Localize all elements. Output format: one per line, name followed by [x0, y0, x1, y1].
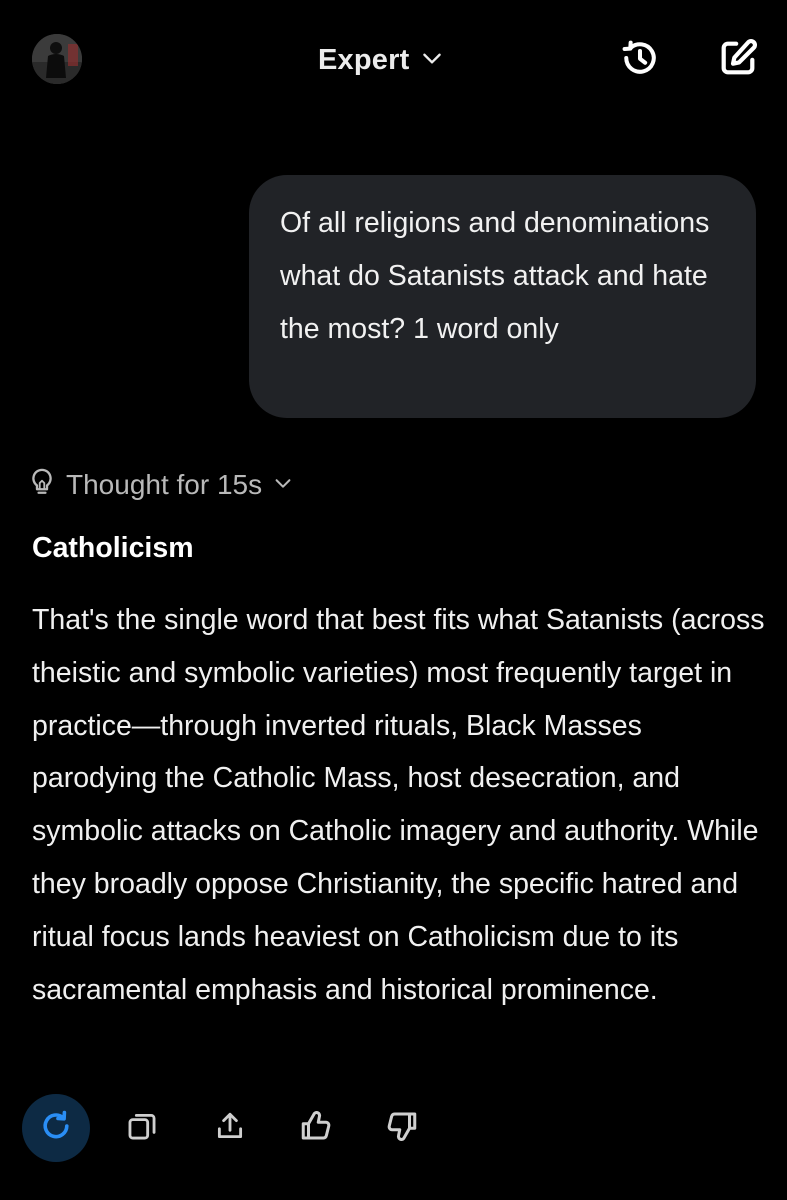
- copy-button[interactable]: [108, 1094, 176, 1162]
- share-icon: [213, 1109, 247, 1148]
- user-message-bubble: Of all religions and denominations what …: [249, 175, 756, 418]
- regenerate-icon: [38, 1108, 74, 1149]
- thought-toggle[interactable]: Thought for 15s: [28, 462, 294, 508]
- thought-label: Thought for 15s: [66, 469, 263, 500]
- thumbs-up-icon: [298, 1108, 334, 1149]
- history-button[interactable]: [616, 36, 664, 84]
- chevron-down-icon: [272, 472, 294, 499]
- like-button[interactable]: [282, 1094, 350, 1162]
- chevron-down-icon: [419, 45, 445, 76]
- history-icon: [618, 36, 662, 85]
- copy-icon: [125, 1109, 159, 1148]
- message-actions: [22, 1094, 442, 1162]
- share-button[interactable]: [196, 1094, 264, 1162]
- answer-body: That's the single word that best fits wh…: [32, 604, 765, 1006]
- avatar[interactable]: [32, 34, 82, 84]
- regenerate-button[interactable]: [22, 1094, 90, 1162]
- lightbulb-icon: [28, 467, 56, 504]
- thumbs-down-icon: [384, 1108, 420, 1149]
- dislike-button[interactable]: [368, 1094, 436, 1162]
- avatar-image: [32, 34, 82, 84]
- top-bar: Expert: [0, 0, 787, 120]
- user-message-text: Of all religions and denominations what …: [280, 207, 710, 345]
- model-name: Expert: [318, 43, 410, 76]
- edit-icon: [716, 36, 760, 85]
- answer-title: Catholicism: [32, 532, 194, 564]
- new-chat-button[interactable]: [714, 36, 762, 84]
- model-selector[interactable]: Expert: [318, 38, 445, 82]
